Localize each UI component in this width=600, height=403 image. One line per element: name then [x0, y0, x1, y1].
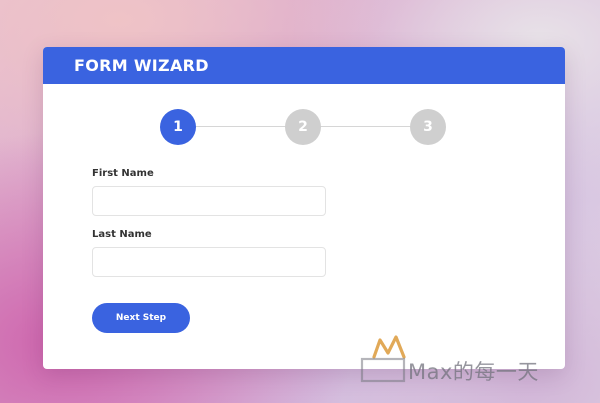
step-1[interactable]: 1	[160, 109, 196, 145]
first-name-label: First Name	[92, 168, 154, 179]
first-name-input[interactable]	[92, 186, 326, 216]
step-2[interactable]: 2	[285, 109, 321, 145]
step-3[interactable]: 3	[410, 109, 446, 145]
last-name-input[interactable]	[92, 247, 326, 277]
card-header: FORM WIZARD	[43, 47, 565, 84]
form-wizard-card: FORM WIZARD 1 2 3 First Name Last Name N…	[43, 47, 565, 369]
form-title: FORM WIZARD	[74, 56, 209, 75]
next-step-button[interactable]: Next Step	[92, 303, 190, 333]
step-indicator: 1 2 3	[160, 109, 447, 145]
last-name-label: Last Name	[92, 229, 152, 240]
